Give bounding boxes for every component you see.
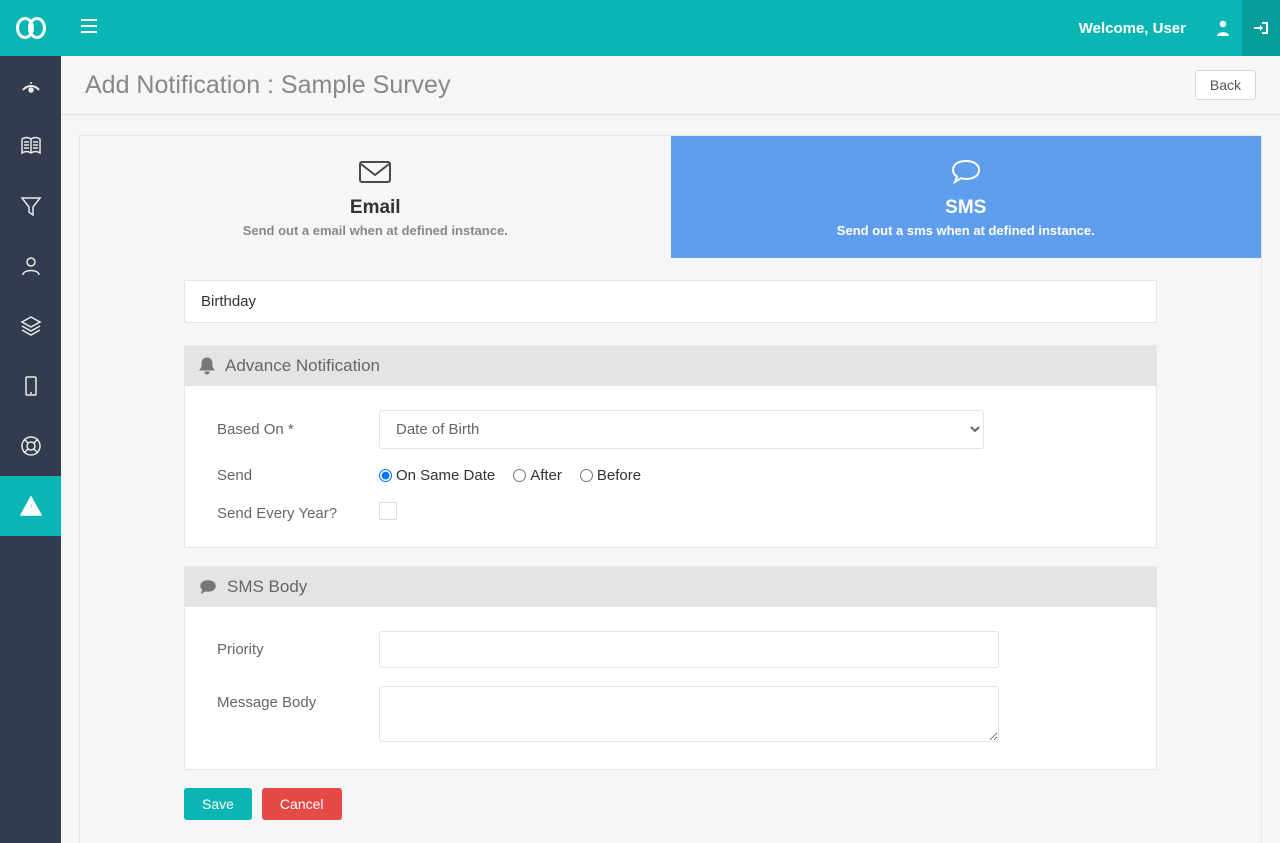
- label-send-every-year: Send Every Year?: [217, 505, 379, 522]
- nav-settings[interactable]: [0, 416, 61, 476]
- form-actions: Save Cancel: [184, 788, 1157, 820]
- tab-sms[interactable]: SMS Send out a sms when at defined insta…: [671, 136, 1262, 258]
- bell-icon: [199, 357, 215, 375]
- radio-same-date-input[interactable]: [379, 469, 392, 482]
- radio-after[interactable]: After: [513, 467, 562, 484]
- send-every-year-checkbox[interactable]: [379, 502, 397, 520]
- tab-sms-desc: Send out a sms when at defined instance.: [681, 223, 1252, 238]
- layers-icon: [19, 314, 43, 338]
- nav-layers[interactable]: [0, 296, 61, 356]
- notification-name-input[interactable]: [184, 280, 1157, 323]
- form-area: Advance Notification Based On * Date of …: [80, 258, 1261, 843]
- label-message-body: Message Body: [217, 686, 379, 711]
- message-body-textarea[interactable]: [379, 686, 999, 742]
- logout-icon: [1252, 20, 1270, 36]
- warning-icon: [20, 496, 42, 516]
- dashboard-icon: [19, 74, 43, 98]
- tab-email-desc: Send out a email when at defined instanc…: [90, 223, 661, 238]
- welcome-text: Welcome, User: [1079, 20, 1186, 37]
- section-sms-body-header: SMS Body: [185, 567, 1156, 607]
- book-icon: [19, 134, 43, 158]
- app-logo[interactable]: [0, 0, 61, 56]
- section-advance: Advance Notification Based On * Date of …: [184, 345, 1157, 548]
- save-button[interactable]: Save: [184, 788, 252, 820]
- label-priority: Priority: [217, 641, 379, 658]
- section-sms-body: SMS Body Priority Message Body: [184, 566, 1157, 770]
- priority-input[interactable]: [379, 631, 999, 668]
- label-based-on: Based On *: [217, 421, 379, 438]
- page-title: Add Notification : Sample Survey: [85, 71, 450, 100]
- filter-icon: [20, 195, 42, 217]
- chat-icon: [199, 579, 217, 595]
- user-icon: [1216, 20, 1230, 36]
- lifebuoy-icon: [19, 434, 43, 458]
- nav-notifications[interactable]: [0, 476, 61, 536]
- hamburger-toggle[interactable]: [81, 19, 97, 38]
- app-logo-icon: [16, 17, 46, 39]
- tab-email[interactable]: Email Send out a email when at defined i…: [80, 136, 671, 258]
- logout-button[interactable]: [1242, 0, 1280, 56]
- sms-icon: [681, 158, 1252, 191]
- main-panel: Email Send out a email when at defined i…: [79, 135, 1262, 843]
- nav-surveys[interactable]: [0, 116, 61, 176]
- radio-after-input[interactable]: [513, 469, 526, 482]
- sidebar: [0, 56, 61, 843]
- based-on-select[interactable]: Date of Birth: [379, 410, 984, 449]
- mobile-icon: [22, 375, 40, 397]
- section-advance-title: Advance Notification: [225, 356, 380, 376]
- user-outline-icon: [19, 254, 43, 278]
- page-header: Add Notification : Sample Survey Back: [61, 56, 1280, 115]
- nav-filters[interactable]: [0, 176, 61, 236]
- notification-type-tabs: Email Send out a email when at defined i…: [80, 136, 1261, 258]
- nav-dashboard[interactable]: [0, 56, 61, 116]
- section-sms-body-title: SMS Body: [227, 577, 307, 597]
- label-send: Send: [217, 467, 379, 484]
- back-button[interactable]: Back: [1195, 70, 1256, 100]
- cancel-button[interactable]: Cancel: [262, 788, 342, 820]
- hamburger-icon: [81, 19, 97, 33]
- nav-users[interactable]: [0, 236, 61, 296]
- user-menu-button[interactable]: [1204, 0, 1242, 56]
- email-icon: [90, 158, 661, 191]
- section-advance-header: Advance Notification: [185, 346, 1156, 386]
- radio-same-date[interactable]: On Same Date: [379, 467, 495, 484]
- page-content: Add Notification : Sample Survey Back Em…: [61, 56, 1280, 843]
- send-radio-group: On Same Date After Before: [379, 467, 1124, 484]
- top-header: Welcome, User: [0, 0, 1280, 56]
- radio-before-input[interactable]: [580, 469, 593, 482]
- tab-email-title: Email: [90, 197, 661, 219]
- radio-before[interactable]: Before: [580, 467, 641, 484]
- nav-mobile[interactable]: [0, 356, 61, 416]
- tab-sms-title: SMS: [681, 197, 1252, 219]
